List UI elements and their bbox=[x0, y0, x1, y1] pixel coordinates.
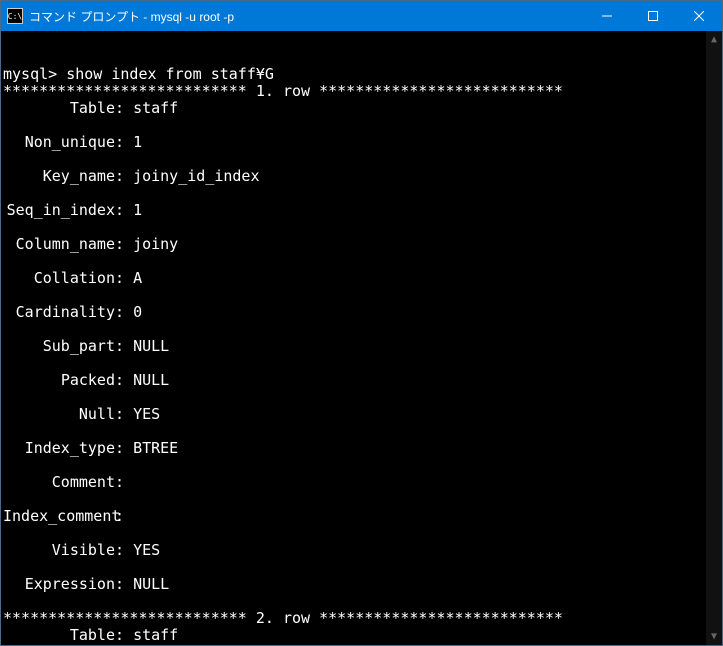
row1-column-name: Column_name: joiny bbox=[3, 236, 720, 253]
label-cardinality: Cardinality bbox=[3, 304, 115, 321]
label-index-comment: Index_comment bbox=[3, 508, 115, 525]
row1-index-type: Index_type: BTREE bbox=[3, 440, 720, 457]
label-comment: Comment bbox=[3, 474, 115, 491]
label-table: Table bbox=[3, 627, 115, 644]
label-seq-in-index: Seq_in_index bbox=[3, 202, 115, 219]
value-index-type: BTREE bbox=[133, 439, 178, 457]
row-separator-1: *************************** 1. row *****… bbox=[3, 82, 563, 100]
value-seq-in-index: 1 bbox=[133, 201, 142, 219]
window: C:\ コマンド プロンプト - mysql -u root -p mysql>… bbox=[0, 0, 723, 646]
row1-seq-in-index: Seq_in_index: 1 bbox=[3, 202, 720, 219]
label-sub-part: Sub_part bbox=[3, 338, 115, 355]
row-separator-2: *************************** 2. row *****… bbox=[3, 609, 563, 627]
row1-index-comment: Index_comment: bbox=[3, 508, 720, 525]
terminal-output[interactable]: mysql> show index from staff¥G *********… bbox=[1, 31, 722, 645]
label-collation: Collation bbox=[3, 270, 115, 287]
label-index-type: Index_type bbox=[3, 440, 115, 457]
value-column-name: joiny bbox=[133, 235, 178, 253]
row1-cardinality: Cardinality: 0 bbox=[3, 304, 720, 321]
label-non-unique: Non_unique bbox=[3, 134, 115, 151]
app-icon: C:\ bbox=[7, 8, 23, 24]
label-table: Table bbox=[3, 100, 115, 117]
scroll-down-icon[interactable]: ▼ bbox=[706, 628, 722, 645]
value-collation: A bbox=[133, 269, 142, 287]
label-null: Null bbox=[3, 406, 115, 423]
value-null: YES bbox=[133, 405, 160, 423]
value-packed: NULL bbox=[133, 371, 169, 389]
value-cardinality: 0 bbox=[133, 303, 142, 321]
window-title: コマンド プロンプト - mysql -u root -p bbox=[29, 8, 584, 25]
label-column-name: Column_name bbox=[3, 236, 115, 253]
close-icon bbox=[694, 11, 704, 21]
label-key-name: Key_name bbox=[3, 168, 115, 185]
value-table: staff bbox=[133, 99, 178, 117]
command-line: mysql> show index from staff¥G bbox=[3, 65, 274, 83]
maximize-icon bbox=[648, 11, 658, 21]
scrollbar[interactable]: ▲ ▼ bbox=[706, 31, 722, 645]
close-button[interactable] bbox=[676, 1, 722, 31]
scroll-up-icon[interactable]: ▲ bbox=[706, 31, 722, 48]
entered-command: show index from staff¥G bbox=[66, 65, 274, 83]
minimize-icon bbox=[602, 11, 612, 21]
row2-table: Table: staff bbox=[3, 627, 720, 644]
row1-table: Table: staff bbox=[3, 100, 720, 117]
row1-key-name: Key_name: joiny_id_index bbox=[3, 168, 720, 185]
titlebar[interactable]: C:\ コマンド プロンプト - mysql -u root -p bbox=[1, 1, 722, 31]
label-expression: Expression bbox=[3, 576, 115, 593]
label-visible: Visible bbox=[3, 542, 115, 559]
label-packed: Packed bbox=[3, 372, 115, 389]
value-non-unique: 1 bbox=[133, 133, 142, 151]
row1-sub-part: Sub_part: NULL bbox=[3, 338, 720, 355]
row1-collation: Collation: A bbox=[3, 270, 720, 287]
value-expression: NULL bbox=[133, 575, 169, 593]
row1-comment: Comment: bbox=[3, 474, 720, 491]
value-key-name: joiny_id_index bbox=[133, 167, 259, 185]
maximize-button[interactable] bbox=[630, 1, 676, 31]
value-sub-part: NULL bbox=[133, 337, 169, 355]
value-visible: YES bbox=[133, 541, 160, 559]
prompt: mysql> bbox=[3, 65, 57, 83]
row1-expression: Expression: NULL bbox=[3, 576, 720, 593]
row1-null: Null: YES bbox=[3, 406, 720, 423]
row1-visible: Visible: YES bbox=[3, 542, 720, 559]
row1-non-unique: Non_unique: 1 bbox=[3, 134, 720, 151]
minimize-button[interactable] bbox=[584, 1, 630, 31]
row1-packed: Packed: NULL bbox=[3, 372, 720, 389]
value-table: staff bbox=[133, 626, 178, 644]
scroll-track[interactable] bbox=[706, 48, 722, 628]
blank-line bbox=[3, 48, 12, 66]
